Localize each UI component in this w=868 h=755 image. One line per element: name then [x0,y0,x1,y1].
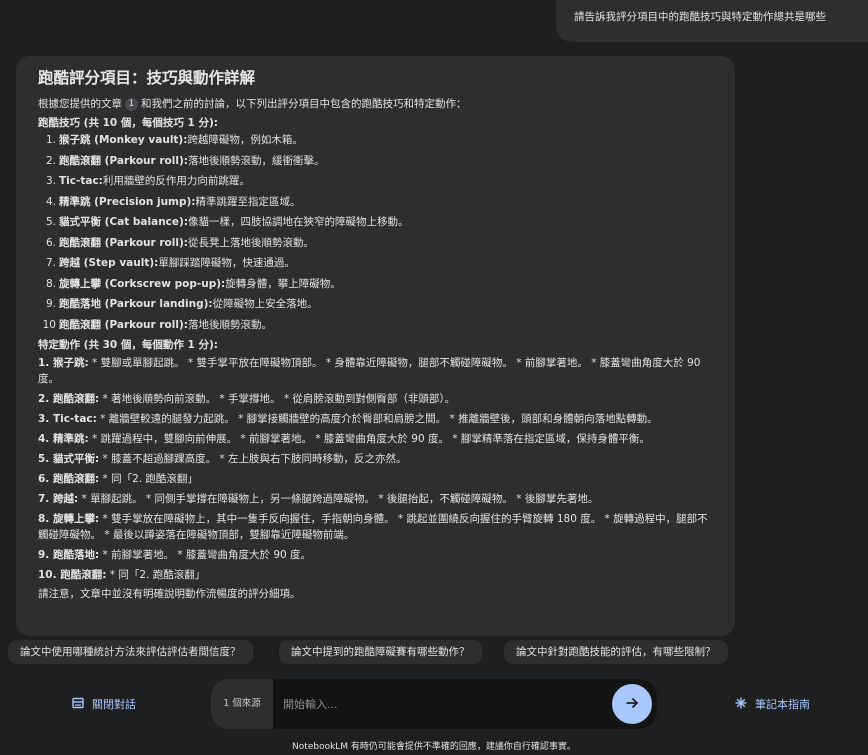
skill-item: 6. 跑酷滾翻 (Parkour roll): 從長凳上落地後順勢滾動。 [38,236,713,251]
move-item: 7. 跨越: * 單腳起跳。 * 同側手掌撐在障礙物上，另一條腿跨過障礙物。 *… [38,491,713,507]
skill-number: 7. [45,257,56,269]
answer-card: 跑酷評分項目：技巧與動作詳解 根據您提供的文章 1 和我們之前的討論，以下列出評分項… [16,56,735,636]
move-desc: * 前腳掌著地。 * 膝蓋彎曲角度大於 90 度。 [99,549,312,561]
move-item: 3. Tic-tac: * 離牆壁較遠的腿發力起跳。 * 腳掌接觸牆壁的高度介於… [38,411,713,427]
move-item: 5. 貓式平衡: * 膝蓋不超過腳踝高度。 * 左上肢與右下肢同時移動，反之亦然… [38,451,713,467]
skill-number: 4. [45,195,56,208]
move-name: 7. 跨越: [38,493,79,505]
skill-name: 跨越 (Step vault): [59,257,159,269]
move-item: 6. 跑酷滾翻: * 同「2. 跑酷滾翻」 [38,471,713,487]
suggestion-chip-course-moves[interactable]: 論文中提到的跑酷障礙賽有哪些動作？ [279,640,482,664]
skill-name: 跑酷滾翻 (Parkour roll): [59,318,188,331]
sparkle-icon [735,697,747,712]
skill-desc: 單腳踩踏障礙物，快速通過。 [158,257,295,269]
moves-list: 1. 猴子跳: * 雙腳或單腳起跳。 * 雙手掌平放在障礙物頂部。 * 身體靠近… [38,355,713,583]
skill-item: 7. 跨越 (Step vault): 單腳踩踏障礙物，快速通過。 [38,256,713,271]
skill-desc: 像貓一樣，四肢協調地在狹窄的障礙物上移動。 [188,216,409,228]
answer-outro: 請注意，文章中並沒有明確說明動作流暢度的評分細項。 [38,588,301,600]
citation-badge[interactable]: 1 [125,98,138,111]
move-item: 4. 精準跳: * 跳躍過程中，雙腳向前伸展。 * 前腳掌著地。 * 膝蓋彎曲角… [38,431,713,447]
skill-number: 1. [45,134,56,146]
skill-desc: 從長凳上落地後順勢滾動。 [187,236,314,249]
move-desc: * 著地後順勢向前滾動。 * 手掌撐地。 * 從肩膀滾動到對側臀部（非頭部）。 [99,393,456,405]
skill-name: 貓式平衡 (Cat balance): [59,216,189,228]
move-desc: * 同「2. 跑酷滾翻」 [99,473,198,485]
move-name: 8. 旋轉上攀: [38,513,100,525]
skill-number: 3. [45,175,56,187]
skill-desc: 從障礙物上安全落地。 [212,298,318,310]
move-name: 10. 跑酷滾翻: [38,569,107,581]
chat-input-box: 1 個來源 [211,679,657,729]
skill-name: 精準跳 (Precision jump): [59,195,196,208]
skill-item: 1. 猴子跳 (Monkey vault): 跨越障礙物，例如木箱。 [38,133,713,148]
move-name: 9. 跑酷落地: [38,549,100,561]
skills-heading: 跑酷技巧 (共 10 個，每個技巧 1 分): [38,117,218,129]
disclaimer-text: NotebookLM 有時仍可能會提供不準確的回應，建議你自行確認事實。 [292,742,576,752]
skill-number: 2. [45,154,56,167]
skill-desc: 落地後順勢滾動。 [187,318,272,331]
chat-input[interactable] [273,679,612,729]
skill-item: 2. 跑酷滾翻 (Parkour roll): 落地後順勢滾動，緩衝衝擊。 [38,154,713,169]
move-name: 1. 猴子跳: [38,357,89,369]
move-name: 3. Tic-tac: [38,413,97,425]
skill-name: Tic-tac: [59,175,103,187]
move-desc: * 離牆壁較遠的腿發力起跳。 * 腳掌接觸牆壁的高度介於臀部和肩膀之間。 * 推… [96,413,658,425]
move-desc: * 單腳起跳。 * 同側手掌撐在障礙物上，另一條腿跨過障礙物。 * 後腿抬起，不… [78,493,599,505]
skill-item: 9. 跑酷落地 (Parkour landing): 從障礙物上安全落地。 [38,297,713,312]
arrow-right-icon [624,695,640,714]
suggestion-chip-statistics[interactable]: 論文中使用哪種統計方法來評估評估者間信度？ [8,640,253,664]
source-count-pill[interactable]: 1 個來源 [211,679,273,729]
move-name: 6. 跑酷滾翻: [38,473,100,485]
skill-desc: 落地後順勢滾動，緩衝衝擊。 [187,154,325,167]
notebook-guide-button[interactable]: 筆記本指南 [735,696,810,712]
answer-title: 跑酷評分項目：技巧與動作詳解 [38,69,256,87]
skill-item: 5. 貓式平衡 (Cat balance): 像貓一樣，四肢協調地在狹窄的障礙物上… [38,215,713,230]
move-name: 4. 精準跳: [38,433,89,445]
intro-text-before: 根據您提供的文章 [38,98,122,110]
skill-desc: 旋轉身體，攀上障礙物。 [225,277,341,290]
skill-item: 8. 旋轉上攀 (Corkscrew pop-up): 旋轉身體，攀上障礙物。 [38,277,713,292]
skill-desc: 跨越障礙物，例如木箱。 [187,134,303,146]
skill-item: 3. Tic-tac: 利用牆壁的反作用力向前跳躍。 [38,174,713,189]
move-name: 2. 跑酷滾翻: [38,393,100,405]
moves-heading: 特定動作 (共 30 個，每個動作 1 分): [38,339,218,351]
move-name: 5. 貓式平衡: [38,453,100,465]
skill-name: 跑酷滾翻 (Parkour roll): [59,236,188,249]
intro-text-after: 和我們之前的討論，以下列出評分項目中包含的跑酷技巧和特定動作： [141,98,467,110]
suggestion-chip-limitations[interactable]: 論文中針對跑酷技能的評估，有哪些限制？ [504,640,728,664]
user-message-bubble: 請告訴我評分項目中的跑酷技巧與特定動作總共是哪些 [556,0,868,42]
move-item: 1. 猴子跳: * 雙腳或單腳起跳。 * 雙手掌平放在障礙物頂部。 * 身體靠近… [38,355,713,387]
user-message-text: 請告訴我評分項目中的跑酷技巧與特定動作總共是哪些 [574,11,826,23]
skill-item: 4. 精準跳 (Precision jump): 精準跳躍至指定區域。 [38,195,713,210]
notebook-guide-label: 筆記本指南 [755,698,810,711]
skill-name: 旋轉上攀 (Corkscrew pop-up): [59,277,226,290]
skill-name: 跑酷落地 (Parkour landing): [59,298,213,310]
move-item: 10. 跑酷滾翻: * 同「2. 跑酷滾翻」 [38,567,713,583]
skill-number: 10 [42,318,56,331]
move-desc: * 膝蓋不超過腳踝高度。 * 左上肢與右下肢同時移動，反之亦然。 [99,453,407,465]
move-item: 2. 跑酷滾翻: * 著地後順勢向前滾動。 * 手掌撐地。 * 從肩膀滾動到對側… [38,391,713,407]
skill-number: 6. [45,236,56,249]
send-button[interactable] [612,684,652,724]
move-desc: * 雙腳或單腳起跳。 * 雙手掌平放在障礙物頂部。 * 身體靠近障礙物，腿部不觸… [38,357,701,385]
skill-number: 8. [45,277,56,290]
skill-name: 猴子跳 (Monkey vault): [59,134,188,146]
answer-intro: 根據您提供的文章 1 和我們之前的討論，以下列出評分項目中包含的跑酷技巧和特定動作： [38,97,713,112]
close-chat-label: 關閉對話 [92,698,136,711]
move-item: 9. 跑酷落地: * 前腳掌著地。 * 膝蓋彎曲角度大於 90 度。 [38,547,713,563]
skill-number: 9. [45,298,56,310]
move-desc: * 跳躍過程中，雙腳向前伸展。 * 前腳掌著地。 * 膝蓋彎曲角度大於 90 度… [88,433,650,445]
move-desc: * 雙手掌放在障礙物上，其中一隻手反向握住，手指朝向身體。 * 跳起並圍繞反向握… [38,513,708,541]
move-desc: * 同「2. 跑酷滾翻」 [106,569,206,581]
move-item: 8. 旋轉上攀: * 雙手掌放在障礙物上，其中一隻手反向握住，手指朝向身體。 *… [38,511,713,543]
skill-desc: 利用牆壁的反作用力向前跳躍。 [102,175,250,187]
skill-desc: 精準跳躍至指定區域。 [195,195,301,208]
skills-list: 1. 猴子跳 (Monkey vault): 跨越障礙物，例如木箱。 2. 跑酷滾翻… [38,133,713,333]
close-chat-button[interactable]: 關閉對話 [72,696,136,712]
skill-item: 10 跑酷滾翻 (Parkour roll): 落地後順勢滾動。 [38,318,713,333]
skill-name: 跑酷滾翻 (Parkour roll): [59,154,188,167]
skill-number: 5. [45,216,56,228]
panel-icon [72,697,84,712]
